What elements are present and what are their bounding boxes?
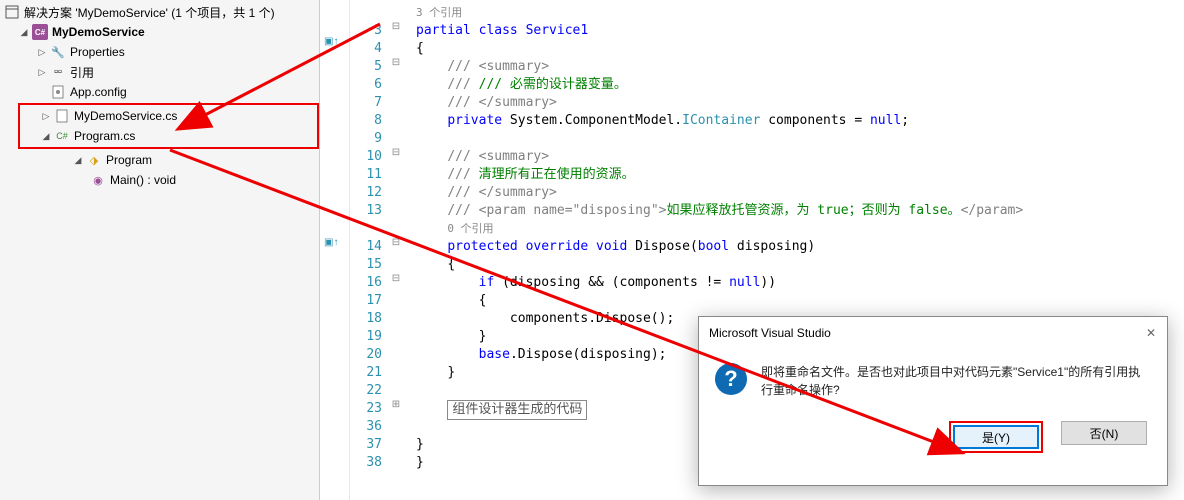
method-icon: ◉ <box>90 172 106 188</box>
question-icon: ? <box>715 363 747 395</box>
line-numbers: 3 4 5 6 7 8 9 10 11 12 13 14 15 16 17 18… <box>350 0 390 500</box>
solution-icon <box>4 4 20 20</box>
fold-icon[interactable]: ⊟ <box>390 147 402 158</box>
fold-icon[interactable]: ⊞ <box>390 399 402 410</box>
project-label: MyDemoService <box>52 25 145 39</box>
expander-icon[interactable]: ▷ <box>36 46 48 58</box>
project-node[interactable]: ◢ C# MyDemoService <box>0 22 319 42</box>
collapsed-region[interactable]: 组件设计器生成的代码 <box>447 400 587 420</box>
solution-label: 解决方案 'MyDemoService' (1 个项目，共 1 个) <box>24 4 275 21</box>
dialog-title-bar[interactable]: Microsoft Visual Studio ✕ <box>699 317 1167 349</box>
servicefile-label: MyDemoService.cs <box>74 109 177 123</box>
close-icon[interactable]: ✕ <box>1143 325 1159 341</box>
expander-icon[interactable]: ▷ <box>40 110 52 122</box>
fold-margin: ⊟ ⊟ ⊟ ⊟ ⊟ ⊞ <box>390 0 408 500</box>
expander-icon[interactable]: ▷ <box>36 66 48 78</box>
wrench-icon: 🔧 <box>50 44 66 60</box>
properties-node[interactable]: ▷ 🔧 Properties <box>0 42 319 62</box>
cs-file-icon: C# <box>54 128 70 144</box>
config-icon <box>50 84 66 100</box>
yes-button[interactable]: 是(Y) <box>953 425 1039 449</box>
expander-icon[interactable]: ◢ <box>18 26 30 38</box>
cs-file-icon <box>54 108 70 124</box>
references-icon: ▫▫ <box>50 64 66 80</box>
programfile-node[interactable]: ◢ C# Program.cs <box>22 126 315 146</box>
appconfig-label: App.config <box>70 85 127 99</box>
mainmethod-node[interactable]: ◉ Main() : void <box>0 170 319 190</box>
rename-dialog: Microsoft Visual Studio ✕ ? 即将重命名文件。是否也对… <box>698 316 1168 486</box>
csharp-project-icon: C# <box>32 24 48 40</box>
programclass-node[interactable]: ◢ ⬗ Program <box>0 150 319 170</box>
mainmethod-label: Main() : void <box>110 173 176 187</box>
fold-icon[interactable]: ⊟ <box>390 57 402 68</box>
fold-icon[interactable]: ⊟ <box>390 21 402 32</box>
class-icon: ⬗ <box>86 152 102 168</box>
appconfig-node[interactable]: App.config <box>0 82 319 102</box>
references-label: 引用 <box>70 64 94 81</box>
expander-icon[interactable]: ◢ <box>72 154 84 166</box>
properties-label: Properties <box>70 45 125 59</box>
programfile-label: Program.cs <box>74 129 135 143</box>
spacer <box>36 86 48 98</box>
expander-icon[interactable]: ◢ <box>40 130 52 142</box>
solution-explorer: 解决方案 'MyDemoService' (1 个项目，共 1 个) ◢ C# … <box>0 0 320 500</box>
fold-icon[interactable]: ⊟ <box>390 237 402 248</box>
servicefile-node[interactable]: ▷ MyDemoService.cs <box>22 106 315 126</box>
dialog-message: 即将重命名文件。是否也对此项目中对代码元素"Service1"的所有引用执行重命… <box>761 363 1151 399</box>
fold-icon[interactable]: ⊟ <box>390 273 402 284</box>
solution-node[interactable]: 解决方案 'MyDemoService' (1 个项目，共 1 个) <box>0 2 319 22</box>
dialog-title-text: Microsoft Visual Studio <box>709 326 831 340</box>
editor-gutter: ▣↑ ▣↑ <box>320 0 350 500</box>
no-button[interactable]: 否(N) <box>1061 421 1147 445</box>
references-node[interactable]: ▷ ▫▫ 引用 <box>0 62 319 82</box>
programclass-label: Program <box>106 153 152 167</box>
